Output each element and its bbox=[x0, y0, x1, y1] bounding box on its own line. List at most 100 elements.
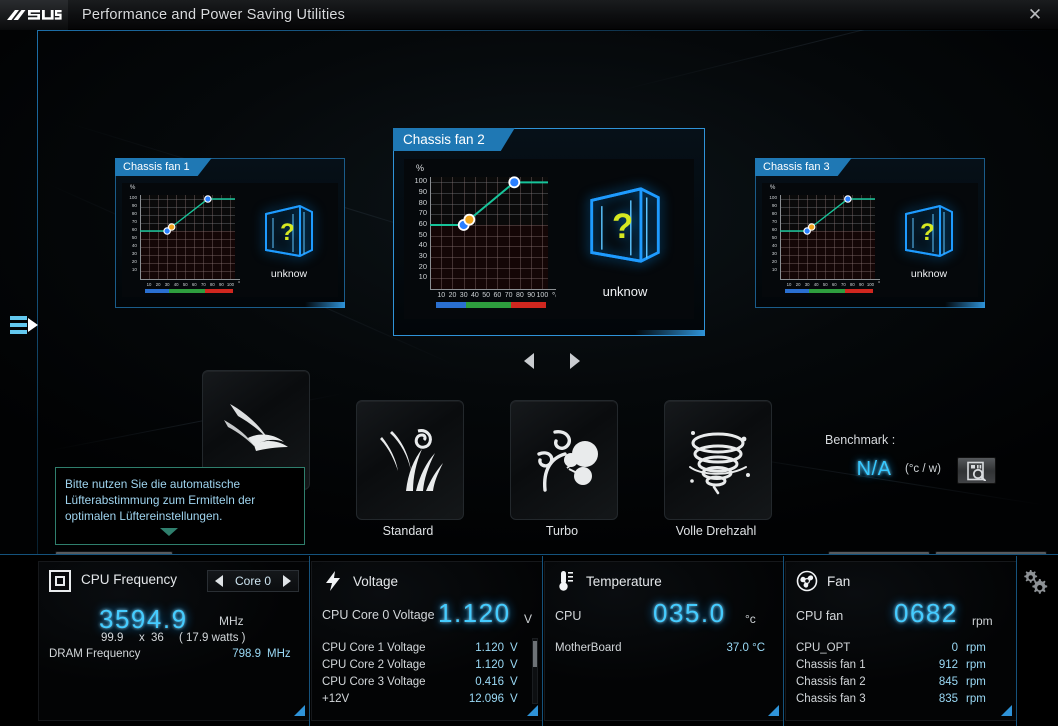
fan-row-value: 835 bbox=[916, 693, 958, 705]
core-next-icon[interactable] bbox=[283, 575, 291, 587]
svg-text:?: ? bbox=[612, 208, 633, 246]
profile-button-standard[interactable] bbox=[356, 400, 464, 520]
curve-handle[interactable] bbox=[845, 196, 851, 202]
curve-handle[interactable] bbox=[464, 215, 474, 225]
temperature-main-unit: °c bbox=[745, 612, 756, 626]
panel-title: Fan bbox=[827, 574, 850, 589]
fan-preview-3: ? unknow bbox=[880, 183, 978, 297]
fan-card-chassis-fan-1[interactable]: Chassis fan 1 10203040506070809010010203… bbox=[115, 158, 345, 308]
temperature-zone-legend bbox=[436, 302, 546, 308]
fan-row-value: 0 bbox=[916, 642, 958, 654]
temperature-main-label: CPU bbox=[555, 609, 581, 623]
voltage-scrollbar[interactable] bbox=[532, 638, 538, 704]
core-selector[interactable]: Core 0 bbox=[207, 570, 299, 592]
fan-card-chassis-fan-3[interactable]: Chassis fan 3 10203040506070809010010203… bbox=[755, 158, 985, 308]
fan-curve-chart-1[interactable]: 1020304050607080901001020304050607080901… bbox=[122, 183, 240, 297]
benchmark-value: N/A bbox=[848, 458, 900, 481]
title-bar: Performance and Power Saving Utilities ✕ bbox=[0, 0, 1058, 30]
breeze-icon bbox=[372, 425, 448, 495]
fan-row-unit: rpm bbox=[966, 659, 986, 671]
voltage-main-unit: V bbox=[524, 612, 532, 626]
curve-handle[interactable] bbox=[168, 224, 174, 230]
panel-title: CPU Frequency bbox=[81, 572, 177, 587]
fan-status-text: unknow bbox=[603, 284, 648, 299]
zone-cool bbox=[145, 289, 169, 293]
panel-voltage: Voltage CPU Core 0 Voltage 1.120 V CPU C… bbox=[311, 561, 543, 721]
fan-main-unit: rpm bbox=[972, 614, 993, 628]
temperature-main-value: 035.0 bbox=[653, 598, 726, 629]
voltage-row-value: 0.416 bbox=[452, 676, 504, 688]
card-corner-accent bbox=[945, 302, 985, 308]
left-rail bbox=[37, 30, 38, 554]
profile-button-turbo[interactable] bbox=[510, 400, 618, 520]
voltage-row-label: CPU Core 2 Voltage bbox=[322, 659, 426, 671]
fan-curve-chart-3[interactable]: 1020304050607080901001020304050607080901… bbox=[762, 183, 880, 297]
panel-resize-corner[interactable] bbox=[1001, 705, 1012, 716]
benchmark-label: Benchmark : bbox=[825, 433, 895, 447]
menu-expand-icon[interactable] bbox=[10, 313, 38, 337]
panel-resize-corner[interactable] bbox=[294, 705, 305, 716]
gears-icon[interactable] bbox=[1021, 569, 1049, 595]
fan-row-unit: rpm bbox=[966, 642, 986, 654]
voltage-row-value: 1.120 bbox=[452, 659, 504, 671]
card-corner-accent bbox=[635, 330, 705, 336]
fan-curve-chart-2[interactable]: 1020304050607080901001020304050607080901… bbox=[404, 159, 556, 319]
svg-text:?: ? bbox=[280, 219, 295, 246]
profile-button-full-speed[interactable] bbox=[664, 400, 772, 520]
curve-handle[interactable] bbox=[205, 196, 211, 202]
voltage-row-unit: V bbox=[510, 642, 518, 654]
temperature-row-value: 37.0 °C bbox=[685, 642, 765, 654]
benchmark-unit: (°c / w) bbox=[905, 463, 941, 475]
fan-row-unit: rpm bbox=[966, 693, 986, 705]
voltage-main-label: CPU Core 0 Voltage bbox=[322, 608, 435, 622]
cpu-watts: ( 17.9 watts ) bbox=[179, 632, 245, 644]
curve-handle[interactable] bbox=[808, 224, 814, 230]
chassis-case-icon: ? bbox=[260, 200, 318, 262]
voltage-row-unit: V bbox=[510, 659, 518, 671]
zone-hot bbox=[205, 289, 233, 293]
fan-row-label: Chassis fan 2 bbox=[796, 676, 866, 688]
fan-status-text: unknow bbox=[911, 268, 947, 280]
core-prev-icon[interactable] bbox=[215, 575, 223, 587]
main-stage: Chassis fan 1 10203040506070809010010203… bbox=[0, 30, 1058, 554]
tooltip-text: Bitte nutzen Sie die automatische Lüfter… bbox=[65, 477, 255, 523]
zone-hot bbox=[511, 302, 546, 308]
panel-resize-corner[interactable] bbox=[768, 705, 779, 716]
cpu-chip-icon bbox=[49, 570, 71, 592]
voltage-row-value: 12.096 bbox=[448, 693, 504, 705]
core-selector-value: Core 0 bbox=[235, 574, 271, 588]
fan-tuning-tooltip: Bitte nutzen Sie die automatische Lüfter… bbox=[55, 467, 305, 545]
dram-frequency-value: 798.9 bbox=[209, 648, 261, 660]
fan-curve-line[interactable] bbox=[762, 185, 880, 299]
fan-curve-line[interactable] bbox=[404, 163, 556, 315]
temperature-row-label: MotherBoard bbox=[555, 642, 621, 654]
asus-fan-xpert-window: Performance and Power Saving Utilities ✕… bbox=[0, 0, 1058, 726]
profile-label-standard: Standard bbox=[333, 524, 483, 538]
carousel-prev-icon[interactable] bbox=[524, 353, 534, 369]
feather-icon bbox=[218, 398, 294, 462]
panel-title: Voltage bbox=[353, 574, 398, 589]
fan-row-label: Chassis fan 3 bbox=[796, 693, 866, 705]
voltage-row-label: +12V bbox=[322, 693, 349, 705]
chassis-case-icon: ? bbox=[900, 200, 958, 262]
zone-normal bbox=[809, 289, 845, 293]
close-button[interactable]: ✕ bbox=[1018, 3, 1052, 27]
zone-normal bbox=[169, 289, 205, 293]
carousel-next-icon[interactable] bbox=[570, 353, 580, 369]
tooltip-chevron-icon bbox=[160, 528, 178, 536]
chassis-case-icon: ? bbox=[583, 180, 667, 270]
svg-text:?: ? bbox=[920, 219, 935, 246]
panel-resize-corner[interactable] bbox=[527, 705, 538, 716]
dram-frequency-label: DRAM Frequency bbox=[49, 648, 140, 660]
dram-frequency-unit: MHz bbox=[267, 648, 291, 660]
benchmark-report-button[interactable] bbox=[957, 457, 996, 484]
fan-row-value: 845 bbox=[916, 676, 958, 688]
curve-handle[interactable] bbox=[509, 177, 519, 187]
fan-preview-1: ? unknow bbox=[240, 183, 338, 297]
cpu-frequency-unit: MHz bbox=[219, 614, 244, 628]
fan-row-value: 912 bbox=[916, 659, 958, 671]
fan-card-chassis-fan-2[interactable]: Chassis fan 2 10203040506070809010010203… bbox=[393, 128, 705, 336]
cpu-frequency-value: 3594.9 bbox=[99, 604, 188, 635]
fan-curve-line[interactable] bbox=[122, 185, 240, 299]
voltage-row-unit: V bbox=[510, 693, 518, 705]
